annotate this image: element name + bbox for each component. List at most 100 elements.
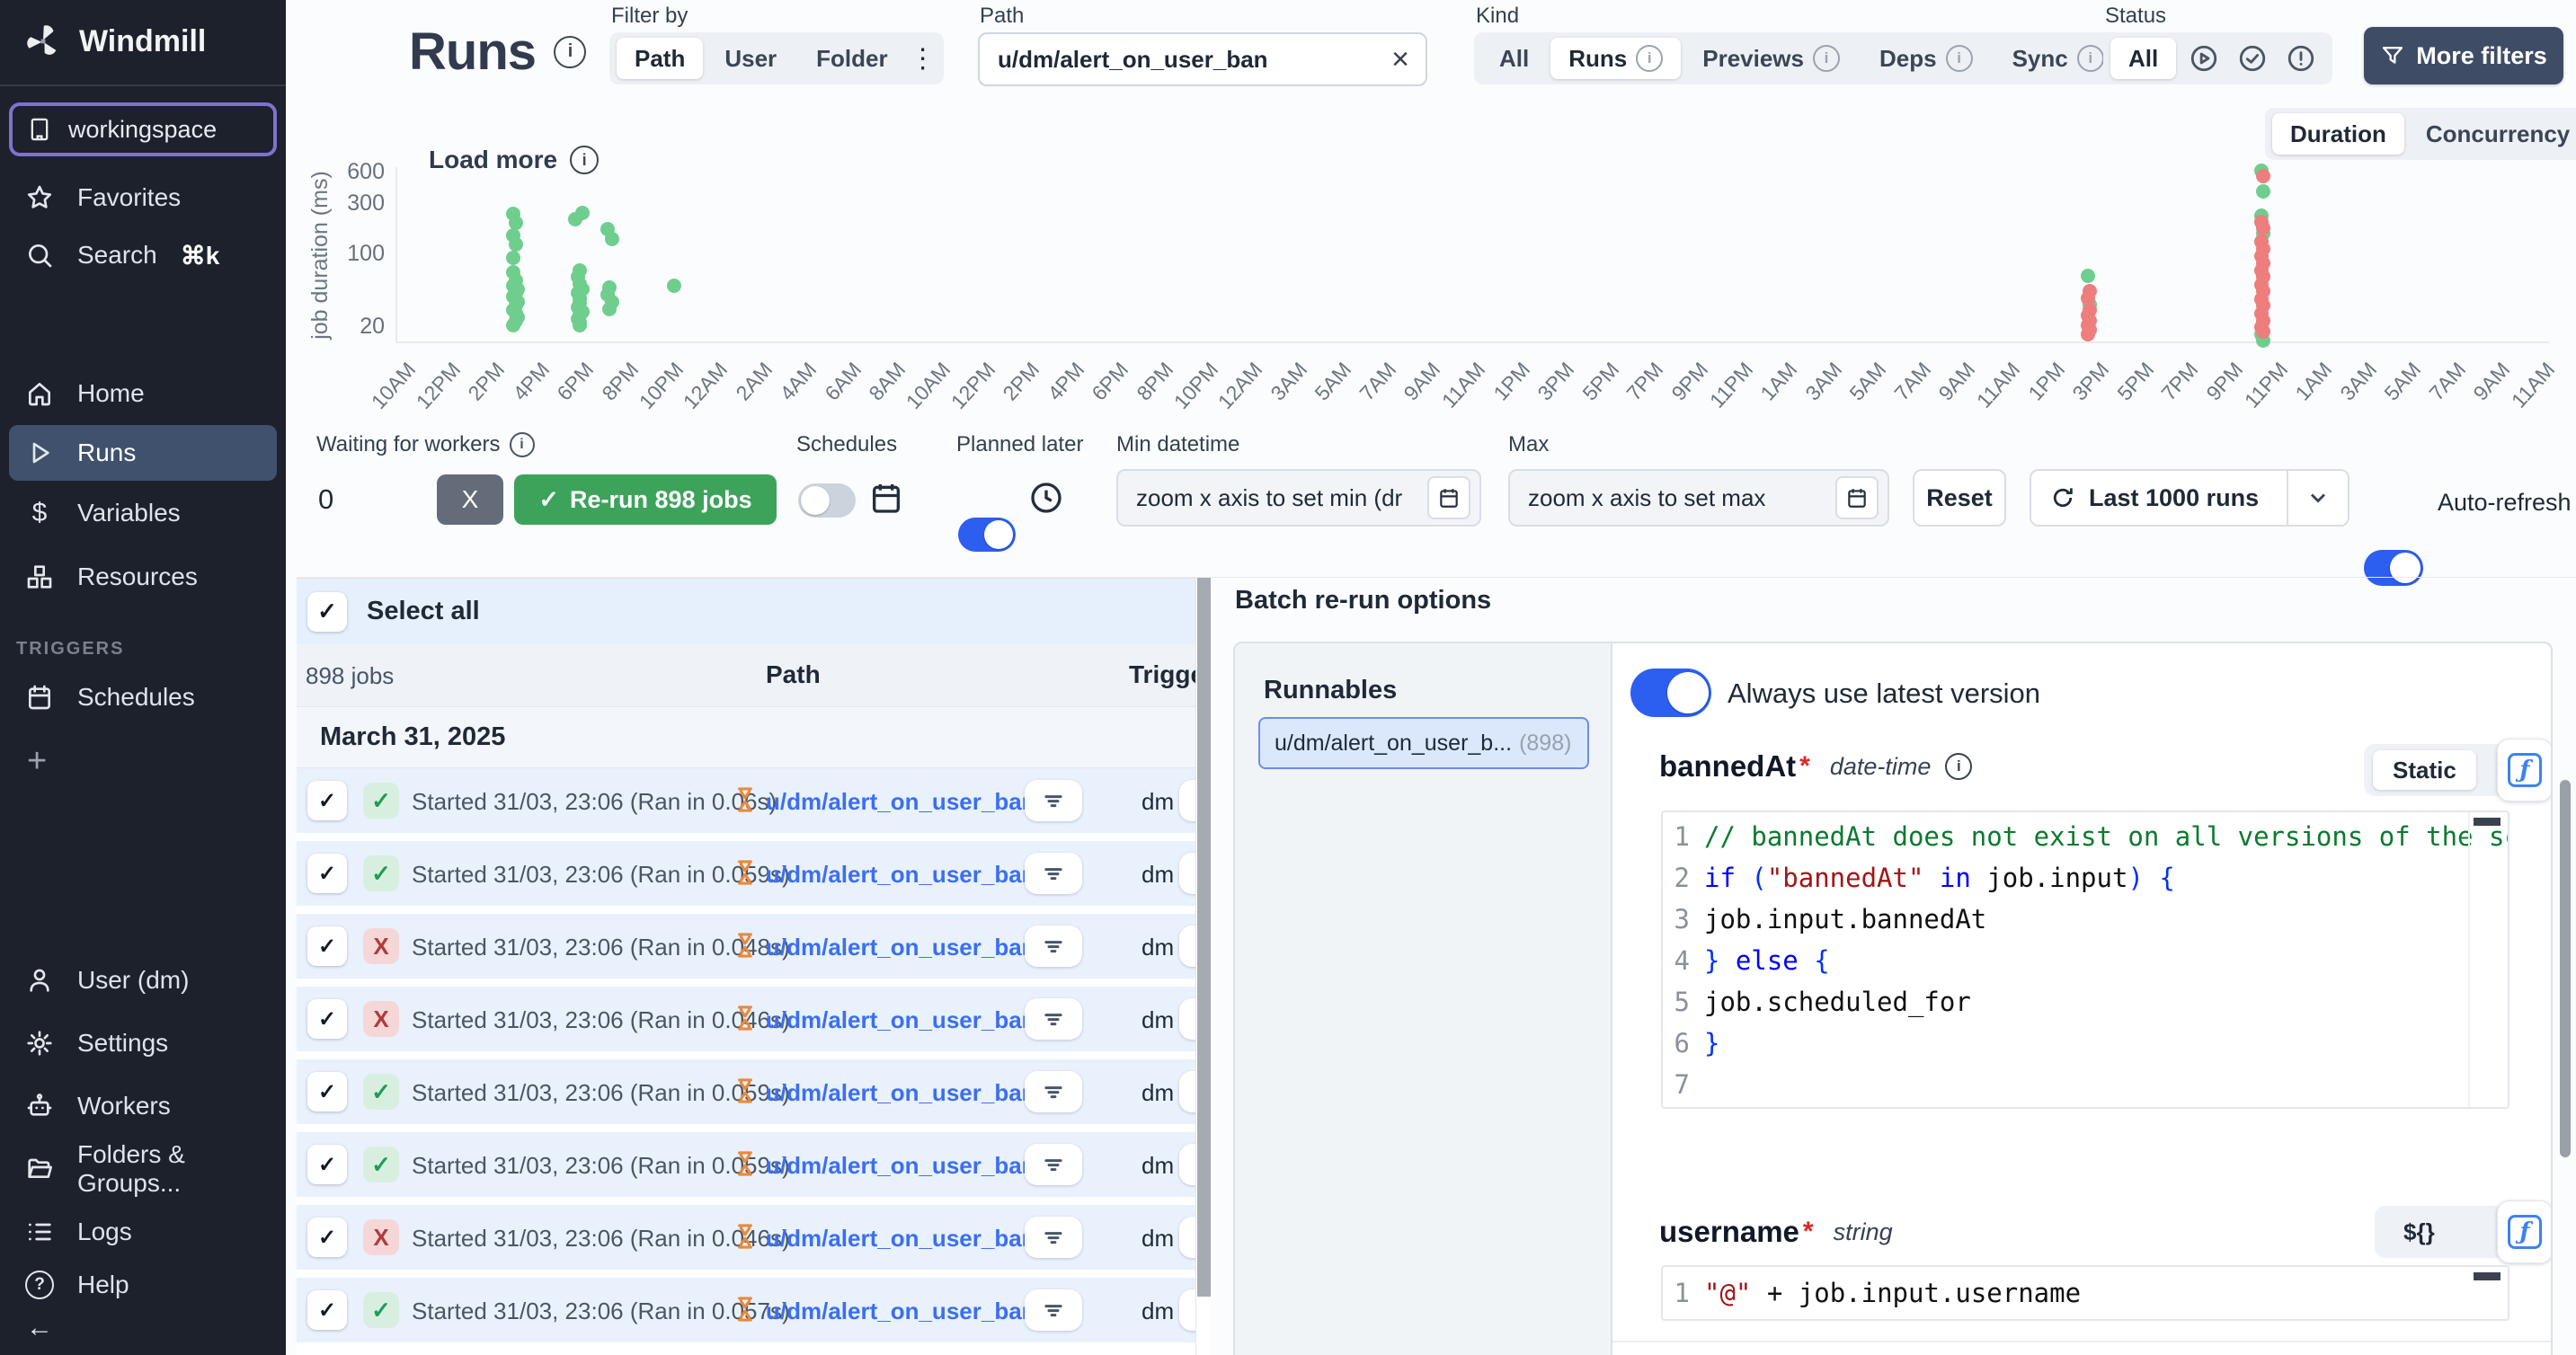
calendar-icon[interactable] [1835,476,1879,519]
row-checkbox[interactable]: ✓ [307,1072,347,1111]
status-all-tab[interactable]: All [2110,38,2176,79]
scatter-plot[interactable] [395,167,2549,343]
run-dot-success[interactable] [667,279,681,293]
filter-by-path-button[interactable] [1025,1217,1082,1258]
table-row[interactable]: ✓XStarted 31/03, 23:06 (Ran in 0.048s)u/… [297,914,1210,979]
add-trigger-button[interactable]: + [0,726,286,781]
row-checkbox[interactable]: ✓ [307,781,347,820]
run-path-link[interactable]: u/dm/alert_on_user_ban [766,861,1036,889]
planned-later-toggle[interactable] [958,518,1016,552]
row-checkbox[interactable]: ✓ [307,926,347,966]
row-checkbox[interactable]: ✓ [307,999,347,1039]
kind-tab-runs[interactable]: Runsi [1550,38,1681,79]
run-dot-failure[interactable] [2081,327,2095,341]
filter-by-path-button[interactable] [1025,1144,1082,1185]
cancel-selection-button[interactable]: X [437,474,503,525]
sidebar-item-user-dm[interactable]: User (dm) [0,949,286,1012]
filter-by-tab-path[interactable]: Path [617,38,703,79]
sidebar-item-help[interactable]: ?Help [0,1263,286,1306]
kind-tab-deps[interactable]: Depsi [1861,38,1991,79]
run-dot-success[interactable] [2081,269,2095,283]
filter-by-tab-folder[interactable]: Folder [798,38,905,79]
run-dot-success[interactable] [605,232,619,246]
run-dot-failure[interactable] [2256,169,2270,183]
latest-version-toggle[interactable] [1630,669,1711,717]
filter-by-path-button[interactable] [1025,925,1082,967]
status-filter-play-circle[interactable] [2180,43,2228,74]
schedules-toggle[interactable] [798,483,856,518]
run-dot-success[interactable] [509,237,523,252]
sidebar-item-back[interactable]: ← [0,1306,286,1350]
sidebar-item-favorites[interactable]: Favorites [0,169,286,226]
kind-tab-previews[interactable]: Previewsi [1684,38,1858,79]
table-row[interactable]: ✓✓Started 31/03, 23:06 (Ran in 0.059s)u/… [297,1132,1210,1197]
info-icon[interactable]: i [2077,45,2104,72]
run-dot-success[interactable] [573,318,587,332]
code-editor-bannedat[interactable]: 1// bannedAt does not exist on all versi… [1661,810,2509,1109]
info-icon[interactable]: i [510,432,535,457]
filter-by-tab-user[interactable]: User [706,38,795,79]
static-mode-tab[interactable]: Static [2373,750,2476,790]
row-checkbox[interactable]: ✓ [307,1218,347,1257]
run-dot-success[interactable] [506,318,520,332]
info-icon[interactable]: i [554,36,586,68]
sidebar-item-runs[interactable]: Runs [9,425,277,481]
more-filters-button[interactable]: More filters [2364,27,2563,84]
run-path-link[interactable]: u/dm/alert_on_user_ban [766,1079,1036,1107]
status-filter-check-circle[interactable] [2228,43,2277,74]
filter-by-path-button[interactable] [1025,1289,1082,1331]
info-icon[interactable]: i [1813,45,1840,72]
run-dot-success[interactable] [602,302,617,316]
path-filter-input[interactable]: u/dm/alert_on_user_ban × [978,32,1427,86]
info-icon[interactable]: i [1636,45,1663,72]
filter-by-path-button[interactable] [1025,780,1082,821]
run-path-link[interactable]: u/dm/alert_on_user_ban [766,1225,1036,1253]
row-checkbox[interactable]: ✓ [307,854,347,893]
kind-tab-all[interactable]: All [1481,38,1547,79]
run-path-link[interactable]: u/dm/alert_on_user_ban [766,1297,1036,1325]
sidebar-item-settings[interactable]: Settings [0,1012,286,1075]
sidebar-item-workers[interactable]: Workers [0,1075,286,1138]
sidebar-item-logs[interactable]: Logs [0,1200,286,1263]
chevron-down-icon[interactable] [2288,485,2348,510]
clear-path-icon[interactable]: × [1391,44,1409,75]
table-row[interactable]: ✓✓Started 31/03, 23:06 (Ran in 0.06s)u/d… [297,768,1210,833]
info-icon[interactable]: i [1945,753,1972,780]
info-icon[interactable]: i [1946,45,1973,72]
run-dot-success[interactable] [575,206,590,220]
table-row[interactable]: ✓✓Started 31/03, 23:06 (Ran in 0.059s)u/… [297,1059,1210,1124]
panel-scrollbar-thumb[interactable] [2560,780,2571,1157]
kebab-menu-icon[interactable]: ⋮ [910,43,937,75]
sidebar-item-resources[interactable]: Resources [0,545,286,608]
runnable-item[interactable]: u/dm/alert_on_user_b... (898) [1258,717,1589,769]
table-row[interactable]: ✓✓Started 31/03, 23:06 (Ran in 0.059s)u/… [297,841,1210,906]
table-row[interactable]: ✓XStarted 31/03, 23:06 (Ran in 0.046s)u/… [297,1205,1210,1270]
sidebar-item-schedules[interactable]: Schedules [0,669,286,726]
filter-by-path-button[interactable] [1025,853,1082,894]
list-scrollbar-thumb[interactable] [1197,578,1211,1297]
run-path-link[interactable]: u/dm/alert_on_user_ban [766,1006,1036,1034]
auto-refresh-toggle[interactable] [2364,550,2423,586]
rerun-jobs-button[interactable]: ✓ Re-run 898 jobs [514,474,777,525]
reset-button[interactable]: Reset [1913,469,2006,527]
status-filter-alert-circle[interactable] [2277,43,2325,74]
last-runs-button[interactable]: Last 1000 runs [2030,469,2349,527]
run-dot-success[interactable] [2256,184,2270,199]
run-dot-success[interactable] [506,251,520,265]
calendar-icon[interactable] [1427,476,1470,519]
sidebar-item-search[interactable]: Search⌘k [0,226,286,284]
filter-by-path-button[interactable] [1025,998,1082,1040]
tab-duration[interactable]: Duration [2272,113,2404,155]
sidebar-item-home[interactable]: Home [0,361,286,425]
javascript-mode-button[interactable]: ƒ [2497,739,2553,801]
template-mode-tab[interactable]: ${} [2384,1212,2455,1252]
code-editor-username[interactable]: 1"@" + job.input.username [1661,1265,2509,1321]
table-row[interactable]: ✓XStarted 31/03, 23:06 (Ran in 0.046s)u/… [297,987,1210,1051]
javascript-mode-button[interactable]: ƒ [2497,1200,2553,1263]
workspace-selector[interactable]: workingspace [9,102,277,156]
run-path-link[interactable]: u/dm/alert_on_user_ban [766,934,1036,961]
tab-concurrency[interactable]: Concurrency [2408,113,2576,155]
sidebar-item-folders-groups[interactable]: Folders & Groups... [0,1138,286,1200]
run-path-link[interactable]: u/dm/alert_on_user_ban [766,1152,1036,1180]
table-row[interactable]: ✓✓Started 31/03, 23:06 (Ran in 0.057s)u/… [297,1278,1210,1342]
